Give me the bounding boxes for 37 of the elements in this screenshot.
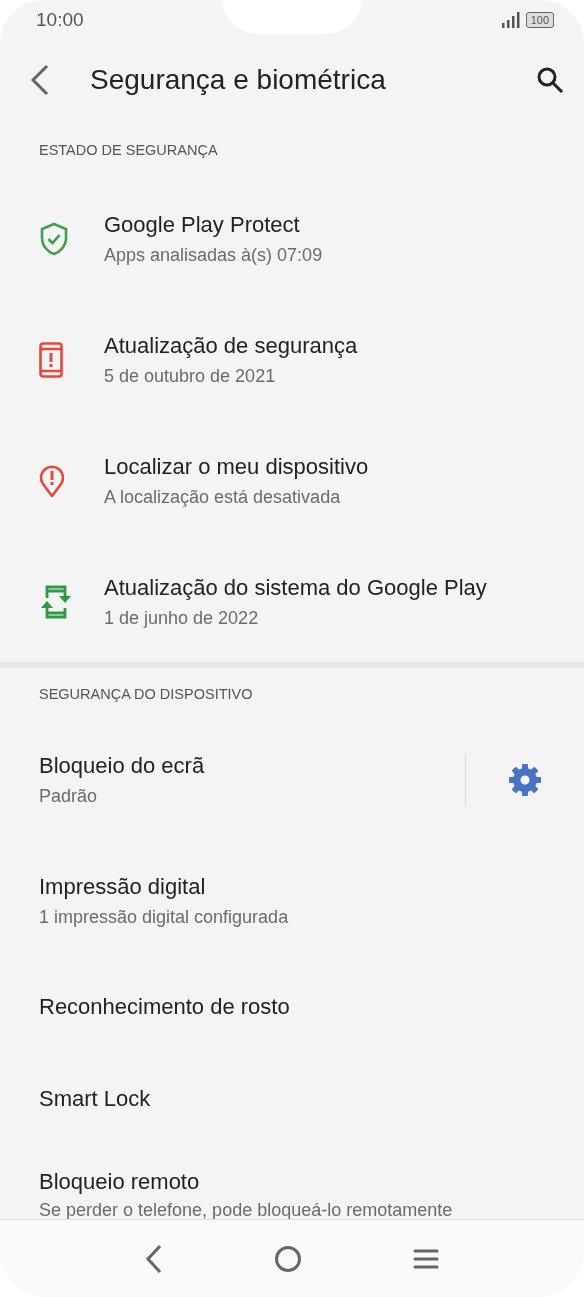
settings-item[interactable]: Localizar o meu dispositivo A localização está desativada bbox=[0, 420, 584, 541]
settings-item[interactable]: Bloqueio do ecrã Padrão bbox=[0, 719, 584, 840]
settings-item[interactable]: Bloqueio remoto Se perder o telefone, pode bloqueá-lo remotamente bbox=[0, 1145, 584, 1219]
item-title: Bloqueio remoto bbox=[39, 1169, 201, 1195]
item-title: Impressão digital bbox=[39, 873, 207, 900]
page-title: Segurança e biométrica bbox=[90, 64, 387, 96]
item-title: Atualização do sistema do Google Play bbox=[104, 574, 488, 601]
item-title: Atualização de segurança bbox=[104, 332, 359, 359]
back-icon[interactable] bbox=[145, 1243, 164, 1274]
section-header: SEGURANÇA DO DISPOSITIVO bbox=[38, 685, 254, 704]
item-subtitle: 5 de outubro de 2021 bbox=[104, 365, 277, 387]
status-time: 10:00 bbox=[36, 9, 84, 31]
item-subtitle: Apps analisadas à(s) 07:09 bbox=[104, 244, 324, 266]
signal-icon bbox=[501, 12, 520, 28]
section-header: ESTADO DE SEGURANÇA bbox=[38, 141, 219, 160]
battery-indicator: 100 bbox=[525, 12, 554, 28]
search-icon[interactable] bbox=[536, 66, 564, 94]
item-title: Localizar o meu dispositivo bbox=[104, 453, 370, 480]
back-icon[interactable] bbox=[30, 64, 50, 96]
item-subtitle: A localização está desativada bbox=[104, 486, 342, 508]
item-subtitle: Padrão bbox=[39, 785, 99, 807]
settings-icon[interactable] bbox=[508, 762, 542, 797]
home-icon[interactable] bbox=[274, 1244, 302, 1273]
menu-icon[interactable] bbox=[412, 1247, 439, 1270]
item-title: Bloqueio do ecrã bbox=[39, 752, 206, 779]
settings-item[interactable]: Reconhecimento de rosto bbox=[0, 961, 584, 1053]
item-title: Google Play Protect bbox=[104, 211, 301, 238]
settings-item[interactable]: Smart Lock bbox=[0, 1053, 584, 1145]
item-title: Smart Lock bbox=[39, 1086, 152, 1112]
settings-item[interactable]: Impressão digital 1 impressão digital configurada bbox=[0, 840, 584, 961]
settings-item[interactable]: Atualização do sistema do Google Play 1 de junho de 2022 bbox=[0, 541, 584, 662]
item-title: Reconhecimento de rosto bbox=[39, 994, 291, 1020]
settings-item[interactable]: Google Play Protect Apps analisadas à(s) 07:09 bbox=[0, 178, 584, 299]
item-subtitle: 1 de junho de 2022 bbox=[104, 607, 260, 629]
settings-item[interactable]: Atualização de segurança 5 de outubro de 2021 bbox=[0, 299, 584, 420]
item-subtitle: Se perder o telefone, pode bloqueá-lo remotamente bbox=[39, 1200, 454, 1219]
item-subtitle: 1 impressão digital configurada bbox=[39, 906, 290, 928]
